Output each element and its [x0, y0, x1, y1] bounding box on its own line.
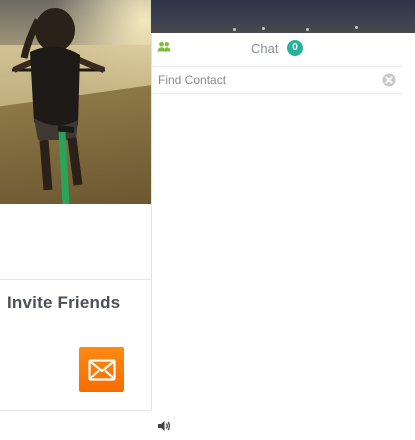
divider: [0, 410, 151, 411]
cover-photo: [0, 0, 151, 204]
invite-mail-button[interactable]: [79, 347, 124, 392]
contacts-icon[interactable]: [157, 41, 171, 53]
chat-title: Chat: [251, 41, 279, 56]
background-detail: [262, 27, 265, 30]
chat-header: Chat 0: [152, 33, 402, 63]
mail-icon: [87, 358, 116, 381]
cyclist-silhouette: [12, 8, 105, 204]
contact-search-row: [152, 66, 402, 94]
chat-count-badge: 0: [287, 40, 303, 56]
contact-list: [152, 94, 402, 411]
invite-friends-title: Invite Friends: [7, 293, 121, 312]
background-detail: [306, 28, 309, 31]
divider: [0, 279, 151, 280]
find-contact-input[interactable]: [158, 71, 373, 89]
clear-icon[interactable]: [382, 73, 396, 87]
sound-icon[interactable]: [157, 420, 171, 432]
chat-panel: Chat 0: [152, 33, 402, 411]
background-detail: [233, 28, 236, 31]
background-detail: [355, 26, 358, 29]
